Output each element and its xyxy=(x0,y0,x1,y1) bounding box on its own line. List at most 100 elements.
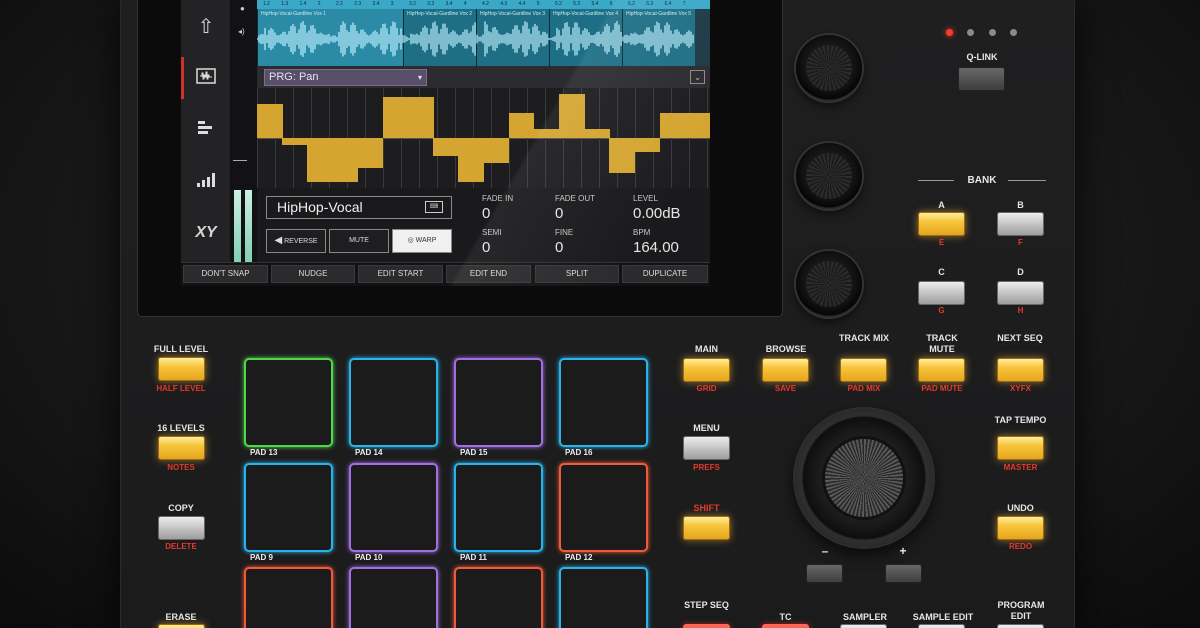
edit-end-button[interactable]: EDIT END xyxy=(446,265,531,283)
pad-15[interactable] xyxy=(454,358,543,447)
automation-step[interactable] xyxy=(533,128,560,138)
pad-16[interactable] xyxy=(559,358,648,447)
q-link-led-4 xyxy=(1010,29,1017,36)
pad-14[interactable] xyxy=(349,358,438,447)
data-wheel-cap[interactable] xyxy=(825,439,903,517)
level-bars-icon[interactable] xyxy=(191,167,221,197)
waveform-path xyxy=(257,21,694,57)
bank-e-label: E xyxy=(938,238,945,247)
sample-waveform-area[interactable]: 1.2 1.3 1.4 2 2.2 2.3 2.4 3 3.2 3.3 3.4 4 4.2 4.3 4.4 5… xyxy=(257,0,710,66)
dont-snap-button[interactable]: DON'T SNAP xyxy=(183,265,268,283)
bank-d-button[interactable] xyxy=(997,281,1044,305)
fade-in-value[interactable]: 0 xyxy=(482,205,490,222)
track-mute-button[interactable] xyxy=(918,358,965,382)
automation-step[interactable] xyxy=(634,138,661,152)
automation-step[interactable] xyxy=(433,138,459,157)
automation-step[interactable] xyxy=(684,112,711,138)
program-param-select[interactable]: PRG: Pan ▾ xyxy=(264,69,427,86)
pad-12[interactable] xyxy=(559,463,648,552)
bank-b-button[interactable] xyxy=(997,212,1044,236)
bank-a-button[interactable] xyxy=(918,212,965,236)
automation-gridline xyxy=(545,88,546,188)
mute-button[interactable]: MUTE xyxy=(329,229,389,253)
duplicate-button[interactable]: DUPLICATE xyxy=(622,265,708,283)
copy-button[interactable] xyxy=(158,516,205,540)
xy-icon[interactable]: XY xyxy=(191,218,221,248)
warp-button[interactable]: ◎ WARP xyxy=(392,229,452,253)
time-ruler[interactable]: 1.2 1.3 1.4 2 2.2 2.3 2.4 3 3.2 3.3 3.4 4 4.2 4.3 4.4 5… xyxy=(257,0,710,9)
sample-name-field[interactable]: HipHop-Vocal ⌨ xyxy=(266,196,452,219)
automation-step[interactable] xyxy=(408,96,434,138)
reverse-button[interactable]: ◀ REVERSE xyxy=(266,229,326,253)
automation-step[interactable] xyxy=(659,112,686,138)
level-label: LEVEL xyxy=(633,194,658,203)
waveform-screen-icon[interactable] xyxy=(191,63,221,93)
sampler-button[interactable] xyxy=(840,624,887,628)
pad-5[interactable] xyxy=(244,567,333,628)
semi-value[interactable]: 0 xyxy=(482,239,490,256)
pad-8[interactable] xyxy=(559,567,648,628)
bank-a-label: A xyxy=(938,200,945,210)
collapse-chevron-icon[interactable]: ⌄ xyxy=(690,70,705,84)
browse-button[interactable] xyxy=(762,358,809,382)
automation-step[interactable] xyxy=(257,103,283,138)
fine-value[interactable]: 0 xyxy=(555,239,563,256)
minus-button[interactable] xyxy=(806,564,843,583)
speaker-icon[interactable]: ◂) xyxy=(238,27,245,36)
bars-list-icon[interactable] xyxy=(191,115,221,145)
program-edit-button[interactable] xyxy=(997,624,1044,628)
erase-button[interactable] xyxy=(158,624,205,628)
q-link-knob-3[interactable] xyxy=(796,251,862,317)
pad-11[interactable] xyxy=(454,463,543,552)
q-link-knob-1[interactable] xyxy=(796,35,862,101)
eye-icon[interactable]: ● xyxy=(240,4,245,13)
pad-6[interactable] xyxy=(349,567,438,628)
next-seq-button[interactable] xyxy=(997,358,1044,382)
automation-step[interactable] xyxy=(282,138,308,145)
automation-step[interactable] xyxy=(332,138,359,182)
pad-7[interactable] xyxy=(454,567,543,628)
plus-button[interactable] xyxy=(885,564,922,583)
automation-step[interactable] xyxy=(609,138,635,173)
main-button[interactable] xyxy=(683,358,730,382)
screen-sidebar: ⇧ XY xyxy=(181,0,231,262)
full-level-button[interactable] xyxy=(158,357,205,381)
bpm-value[interactable]: 164.00 xyxy=(633,239,679,256)
bank-c-button[interactable] xyxy=(918,281,965,305)
automation-step[interactable] xyxy=(483,138,510,164)
fade-out-value[interactable]: 0 xyxy=(555,205,563,222)
ruler-tick: 5 xyxy=(536,1,540,7)
ruler-tick: 6.3 xyxy=(646,1,654,7)
q-link-button[interactable] xyxy=(958,67,1005,91)
automation-step[interactable] xyxy=(382,96,409,138)
automation-step[interactable] xyxy=(584,128,610,138)
automation-step[interactable] xyxy=(307,138,333,182)
sixteen-levels-button[interactable] xyxy=(158,436,205,460)
pad-13[interactable] xyxy=(244,358,333,447)
up-arrow-icon[interactable]: ⇧ xyxy=(191,12,221,42)
edit-start-button[interactable]: EDIT START xyxy=(358,265,443,283)
track-mix-button[interactable] xyxy=(840,358,887,382)
redo-label: REDO xyxy=(1008,542,1033,551)
automation-lane[interactable] xyxy=(257,88,711,188)
automation-step[interactable] xyxy=(508,112,535,138)
menu-button[interactable] xyxy=(683,436,730,460)
master-label: MASTER xyxy=(1003,463,1038,472)
pad-10[interactable] xyxy=(349,463,438,552)
undo-button[interactable] xyxy=(997,516,1044,540)
level-value[interactable]: 0.00dB xyxy=(633,205,681,222)
q-link-knob-2[interactable] xyxy=(796,143,862,209)
sample-edit-button[interactable] xyxy=(918,624,965,628)
split-button[interactable]: SPLIT xyxy=(535,265,619,283)
tap-tempo-button[interactable] xyxy=(997,436,1044,460)
nudge-button[interactable]: NUDGE xyxy=(271,265,355,283)
step-seq-button[interactable] xyxy=(683,624,730,628)
automation-step[interactable] xyxy=(357,138,384,168)
pad-9[interactable] xyxy=(244,463,333,552)
automation-step[interactable] xyxy=(458,138,484,182)
tc-button[interactable] xyxy=(762,624,809,628)
automation-step[interactable] xyxy=(559,94,585,138)
data-wheel[interactable] xyxy=(795,409,933,547)
shift-button[interactable] xyxy=(683,516,730,540)
keyboard-icon[interactable]: ⌨ xyxy=(425,201,443,213)
